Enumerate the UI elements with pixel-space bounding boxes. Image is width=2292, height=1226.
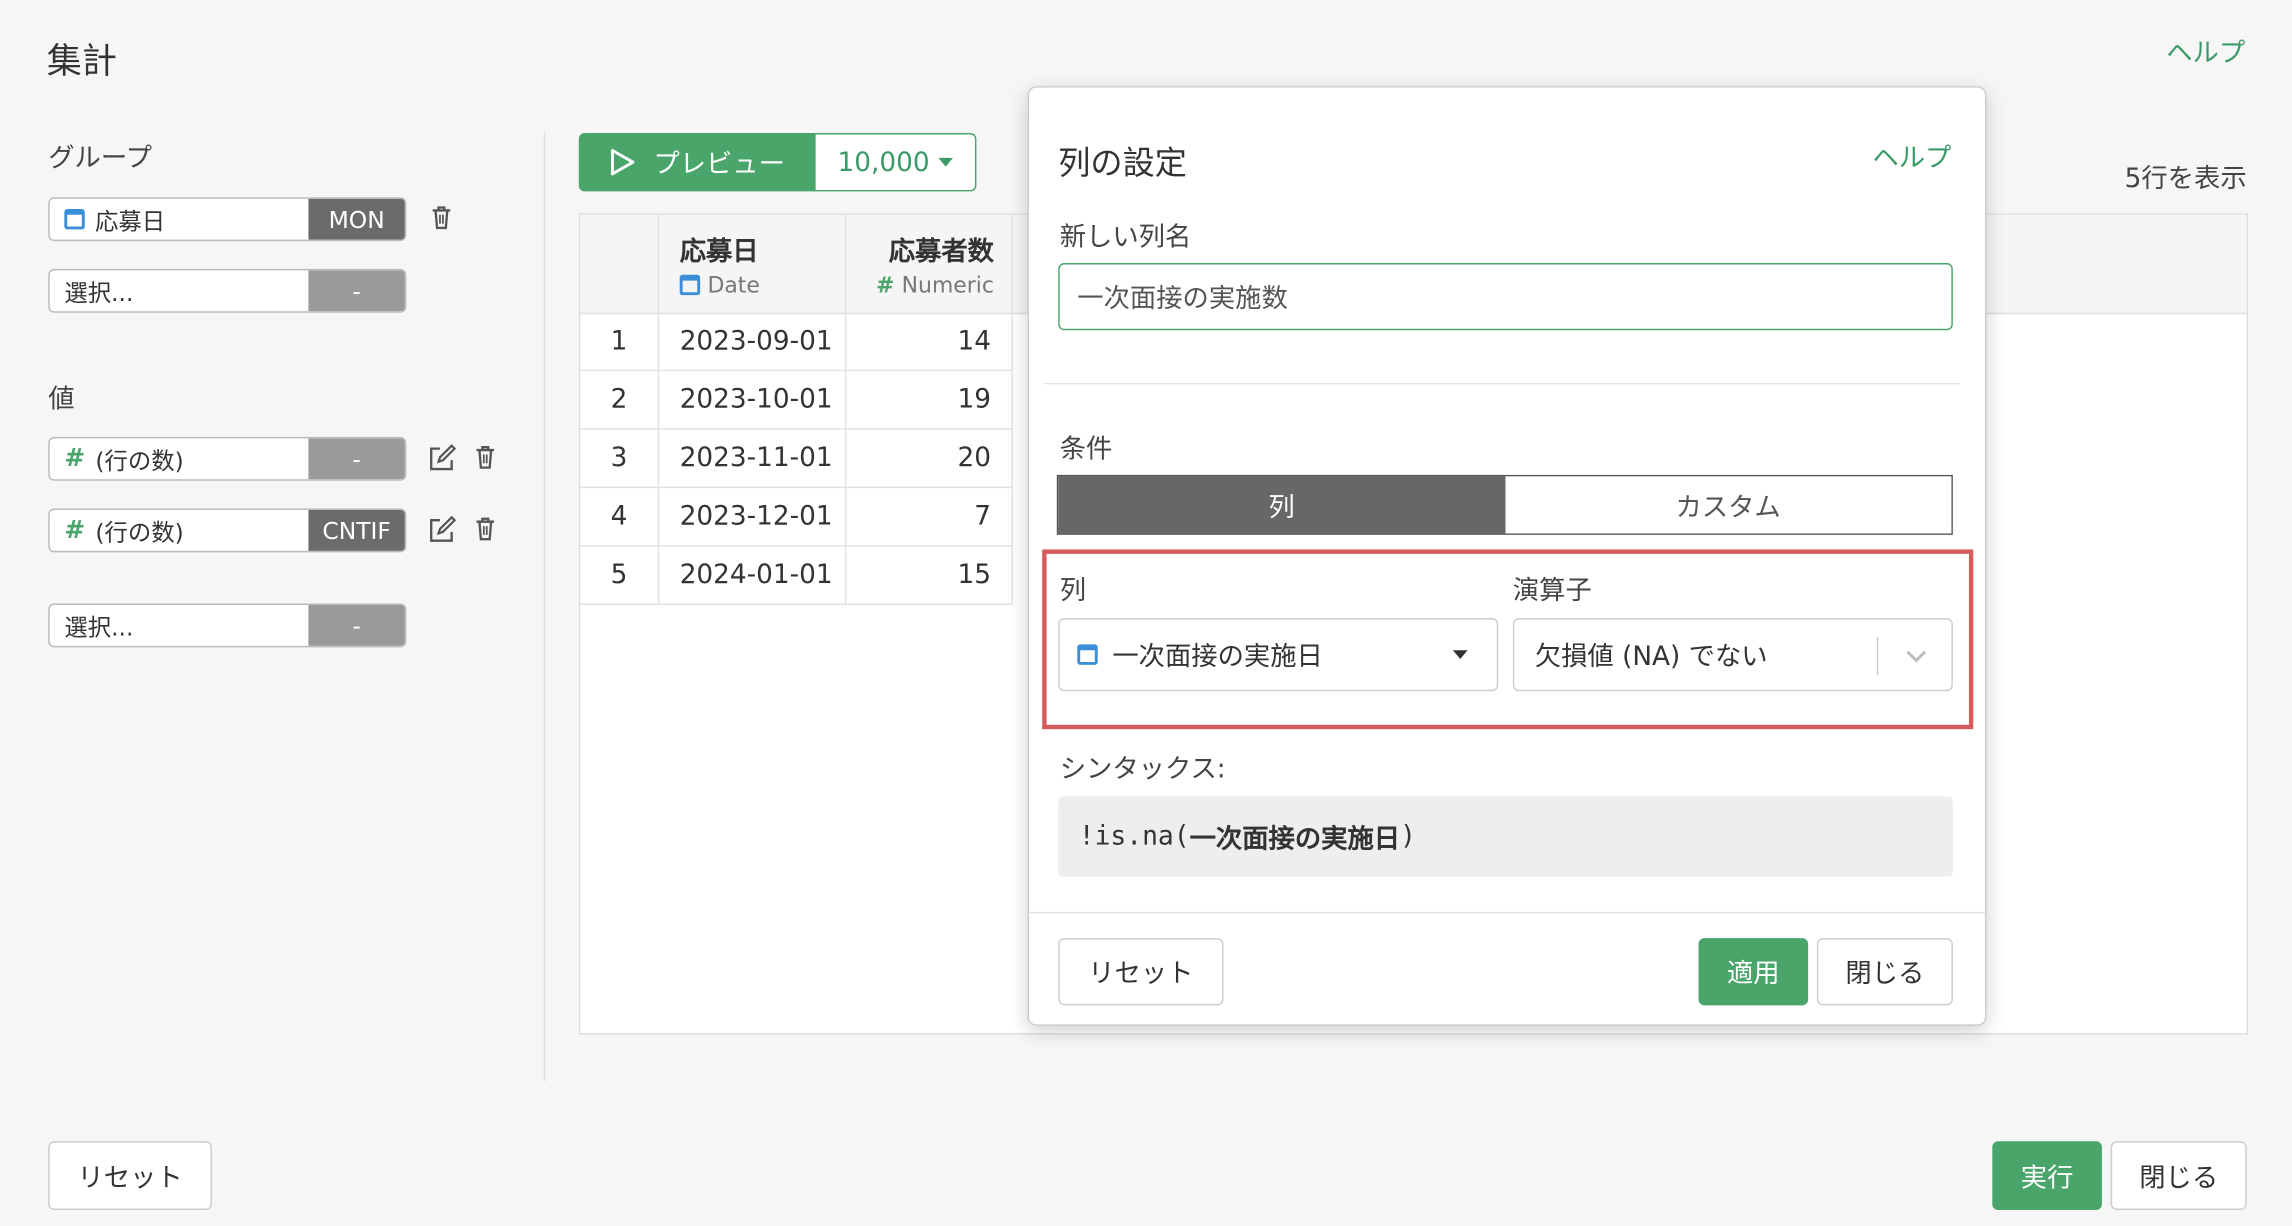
group-function-empty[interactable]: - [308,270,405,312]
dialog-close-button[interactable]: 閉じる [1816,938,1953,1006]
row-count-text: 5行を表示 [2124,163,2247,195]
delete-value-1-button[interactable] [471,443,500,472]
preview-label: プレビュー [653,149,785,180]
tab-column[interactable]: 列 [1058,476,1505,534]
caret-down-icon [938,157,954,167]
values-label: 値 [48,384,75,416]
calendar-icon [64,208,85,230]
edit-value-1-button[interactable] [427,443,456,472]
value-field-2[interactable]: # (行の数) CNTIF [48,508,407,553]
value-function-dropdown[interactable]: CNTIF [308,509,405,551]
hash-icon: # [64,444,86,474]
table-cell: 5 [580,546,660,605]
trash-icon [476,517,495,541]
group-label: グループ [48,143,152,174]
table-cell: 2023-10-01 [659,371,847,430]
edit-icon [429,515,456,542]
page-title: 集計 [46,40,117,82]
table-cell: 1 [580,312,660,372]
apply-button[interactable]: 適用 [1698,938,1809,1006]
select-separator [1876,637,1879,676]
value-function-empty[interactable]: - [308,604,405,646]
table-cell: 19 [846,371,1013,430]
table-cell: 20 [846,429,1013,489]
table-cell: 2024-01-01 [659,546,847,605]
column-select[interactable]: 一次面接の実施日 [1058,618,1499,692]
column-select-value: 一次面接の実施日 [1112,641,1323,673]
operator-select-value: 欠損値 (NA) でない [1534,641,1768,673]
column-header-date[interactable]: 応募日 Date [659,214,847,315]
edit-icon [429,443,456,470]
row-limit-value: 10,000 [837,146,930,178]
delete-group-1-button[interactable] [427,203,456,232]
calendar-icon [679,273,701,295]
row-limit-dropdown[interactable]: 10,000 [814,132,977,192]
value-select-placeholder: 選択... [64,613,134,642]
new-column-name-input[interactable]: 一次面接の実施数 [1058,263,1953,331]
syntax-label: シンタックス: [1059,754,1226,785]
dialog-help-link[interactable]: ヘルプ [1872,137,1951,175]
reset-button[interactable]: リセット [48,1141,212,1210]
value-field-1[interactable]: # (行の数) - [48,436,407,481]
table-cell: 2023-12-01 [659,488,847,547]
table-cell: 3 [580,429,660,489]
column-type: Numeric [901,271,994,298]
trash-icon [476,445,495,469]
condition-mode-toggle: 列 カスタム [1056,474,1953,535]
divider [1029,911,1985,914]
hash-icon: # [64,515,86,546]
panel-divider [543,131,546,1082]
operator-select[interactable]: 欠損値 (NA) でない [1512,618,1953,692]
column-name: 応募日 [679,235,759,267]
tab-custom[interactable]: カスタム [1504,476,1952,534]
chevron-down-icon [1906,650,1927,663]
table-cell: 15 [846,546,1013,605]
table-cell: 2 [580,371,660,430]
syntax-preview: !is.na( 一次面接の実施日 ) [1058,796,1953,877]
calendar-icon [1077,644,1098,665]
close-button[interactable]: 閉じる [2110,1141,2247,1210]
column-type: Date [707,271,760,298]
row-index-header [580,214,660,315]
dialog-title: 列の設定 [1058,146,1187,183]
column-header-count[interactable]: 応募者数 # Numeric [846,214,1013,315]
hash-icon: # [875,271,895,298]
value-field-name: (行の数) [95,447,184,475]
table-cell: 4 [580,488,660,547]
group-field-select[interactable]: 選択... - [48,268,407,313]
value-field-select[interactable]: 選択... - [48,603,407,648]
table-cell: 2023-11-01 [659,429,847,489]
column-settings-dialog: 列の設定 ヘルプ 新しい列名 一次面接の実施数 条件 列 カスタム 列 演算子 … [1027,86,1987,1026]
trash-icon [432,206,451,230]
value-field-name: (行の数) [95,518,184,547]
group-field-1[interactable]: 応募日 MON [48,197,407,242]
dialog-reset-button[interactable]: リセット [1058,938,1224,1006]
play-icon [610,149,635,176]
run-button[interactable]: 実行 [1992,1141,2102,1210]
syntax-suffix: ) [1400,821,1416,852]
syntax-prefix: !is.na( [1078,821,1190,852]
caret-down-icon [1452,650,1468,660]
delete-value-2-button[interactable] [471,514,500,543]
syntax-column: 一次面接の実施日 [1189,823,1401,855]
new-name-label: 新しい列名 [1059,222,1192,253]
column-name: 応募者数 [888,235,994,267]
operator-label: 演算子 [1512,575,1592,607]
preview-button[interactable]: プレビュー [578,132,816,192]
group-function-dropdown[interactable]: MON [308,198,405,240]
table-cell: 2023-09-01 [659,312,847,372]
value-function-dropdown[interactable]: - [308,438,405,480]
divider [1043,382,1961,385]
edit-value-2-button[interactable] [427,514,456,543]
column-label: 列 [1059,575,1087,607]
group-field-name: 応募日 [95,207,166,236]
condition-label: 条件 [1059,434,1113,465]
table-cell: 7 [846,488,1013,547]
table-cell: 14 [846,312,1013,372]
group-select-placeholder: 選択... [64,279,134,307]
help-link[interactable]: ヘルプ [2166,32,2245,70]
